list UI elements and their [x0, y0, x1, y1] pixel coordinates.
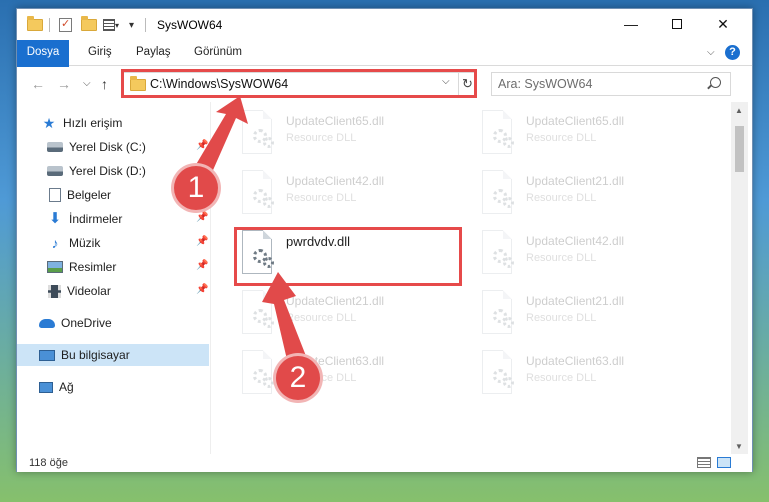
arrow-to-file — [262, 272, 306, 364]
annotation-arrows — [188, 96, 306, 364]
step-1-callout: 1 — [174, 166, 218, 210]
step-2-callout: 2 — [276, 356, 320, 400]
